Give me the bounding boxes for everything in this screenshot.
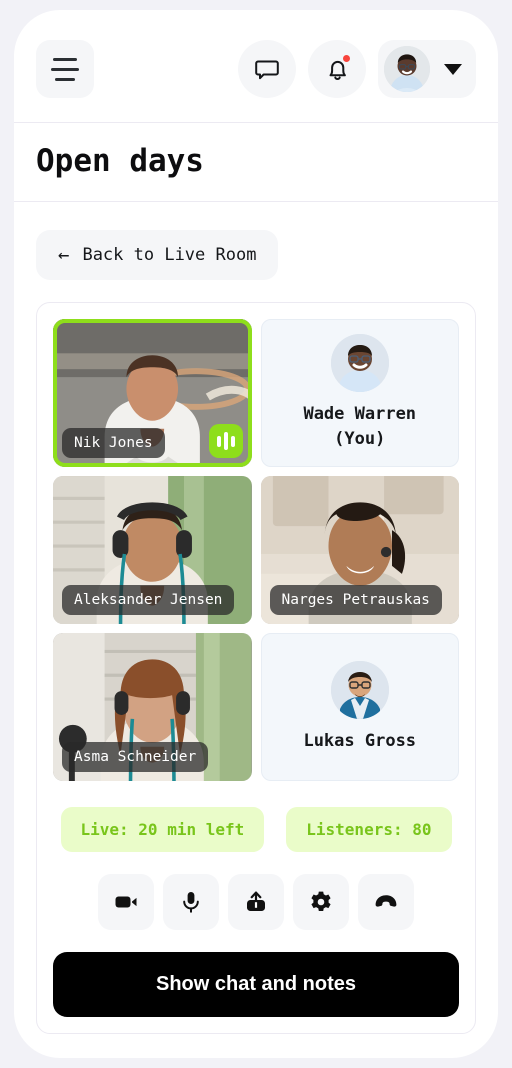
bell-icon[interactable] <box>308 40 366 98</box>
participant-name: Aleksander Jensen <box>62 585 235 615</box>
hangup-glyph <box>375 895 397 907</box>
avatar-image <box>330 660 389 719</box>
video-camera-icon[interactable] <box>98 874 154 930</box>
participant-tile[interactable]: Asma Schneider <box>53 633 252 781</box>
chat-bubble-glyph <box>255 60 279 80</box>
page-title-bar: Open days <box>14 122 498 202</box>
wave-bar-3 <box>230 435 235 447</box>
participant-name: Nik Jones <box>62 428 165 458</box>
menu-bar-3 <box>55 77 75 81</box>
user-menu-button[interactable] <box>378 40 476 98</box>
participant-name: Asma Schneider <box>62 742 209 772</box>
participant-tile[interactable]: Wade Warren (You) <box>260 319 459 467</box>
participants-card: Nik Jones Wade Warren (You) Aleksander J… <box>36 302 476 1034</box>
app-screen: Open days ← Back to Live Room Nik Jones … <box>14 16 498 1052</box>
avatar-image <box>330 334 389 393</box>
avatar <box>330 334 389 393</box>
gear-glyph <box>311 891 331 911</box>
menu-bar-2 <box>51 67 79 71</box>
gear-icon[interactable] <box>293 874 349 930</box>
wave-bar-2 <box>223 432 228 450</box>
page-title: Open days <box>36 143 204 179</box>
chevron-down-icon <box>444 63 462 75</box>
participant-name-line1: Lukas Gross <box>303 730 417 751</box>
back-button-row: ← Back to Live Room <box>14 202 498 280</box>
notification-dot <box>341 53 352 64</box>
chat-bubble-icon[interactable] <box>238 40 296 98</box>
participants-grid: Nik Jones Wade Warren (You) Aleksander J… <box>53 319 459 781</box>
back-to-live-room-button[interactable]: ← Back to Live Room <box>36 230 279 280</box>
hamburger-menu-icon[interactable] <box>36 40 94 98</box>
live-status-badge: Live: 20 min left <box>60 807 265 852</box>
avatar <box>330 660 389 719</box>
status-row: Live: 20 min left Listeners: 80 <box>53 807 459 852</box>
avatar <box>384 46 430 92</box>
microphone-icon[interactable] <box>163 874 219 930</box>
mic-glyph <box>183 892 199 913</box>
participant-tile[interactable]: Lukas Gross <box>260 633 459 781</box>
phone-frame: Open days ← Back to Live Room Nik Jones … <box>14 10 498 1058</box>
participant-name: Narges Petrauskas <box>269 585 442 615</box>
participant-name-line2: (You) <box>334 429 386 449</box>
arrow-left-icon: ← <box>58 243 70 266</box>
phone-hangup-icon[interactable] <box>358 874 414 930</box>
wave-bar-1 <box>216 435 221 447</box>
participant-tile[interactable]: Nik Jones <box>53 319 252 467</box>
call-controls <box>53 874 459 930</box>
show-chat-and-notes-button[interactable]: Show chat and notes <box>53 952 459 1017</box>
share-upload-icon[interactable] <box>228 874 284 930</box>
share-glyph <box>247 891 265 911</box>
back-button-label: Back to Live Room <box>82 245 257 265</box>
participant-tile[interactable]: Aleksander Jensen <box>53 476 252 624</box>
participant-tile[interactable]: Narges Petrauskas <box>260 476 459 624</box>
menu-bar-1 <box>53 57 77 61</box>
camera-glyph <box>115 896 137 908</box>
header-actions <box>238 40 476 98</box>
participant-name: Lukas Gross <box>303 729 416 754</box>
audio-wave-icon <box>208 424 243 458</box>
participant-name: Wade Warren (You) <box>303 402 416 451</box>
avatar-image <box>384 46 430 92</box>
app-header <box>14 16 498 122</box>
listeners-badge: Listeners: 80 <box>286 807 452 852</box>
participant-name-line1: Wade Warren <box>303 404 417 425</box>
